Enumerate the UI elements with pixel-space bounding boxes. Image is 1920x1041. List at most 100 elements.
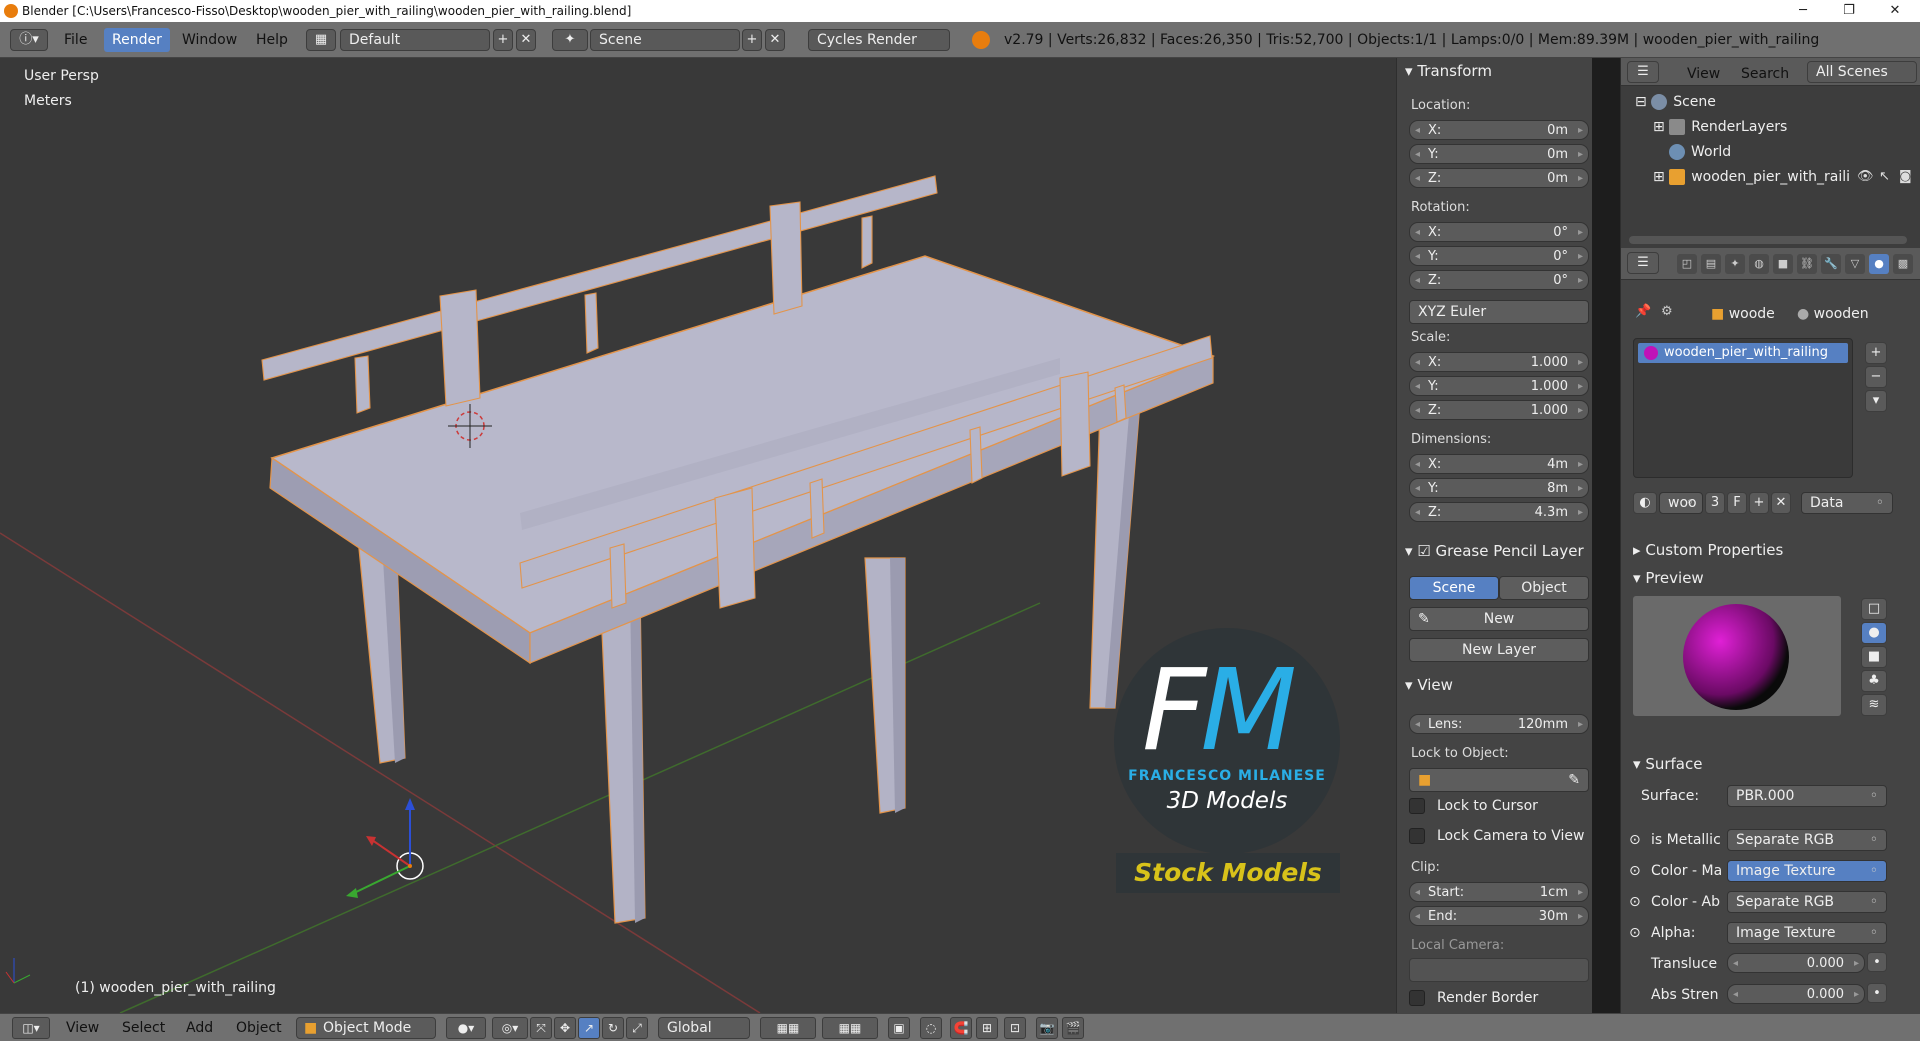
pin-icon[interactable]: 📌 bbox=[1635, 304, 1651, 319]
translate-mode-icon[interactable]: ↗ bbox=[578, 1017, 600, 1039]
proportional-edit-icon[interactable]: ◌ bbox=[920, 1017, 942, 1039]
layers-tab-icon[interactable]: ▤ bbox=[1701, 254, 1721, 274]
remove-slot-icon[interactable]: − bbox=[1865, 366, 1887, 388]
add-slot-icon[interactable]: + bbox=[1865, 342, 1887, 364]
material-users-count[interactable]: 3 bbox=[1705, 492, 1725, 514]
rotate-mode-icon[interactable]: ↻ bbox=[602, 1017, 624, 1039]
surface-shader-select[interactable]: PBR.000 bbox=[1727, 785, 1887, 807]
lock-to-cursor-checkbox[interactable] bbox=[1409, 798, 1425, 814]
render-engine-select[interactable]: Cycles Render bbox=[808, 29, 950, 51]
visibility-eye-icon[interactable]: 👁 bbox=[1857, 169, 1874, 184]
snap-target-icon[interactable]: ⊡ bbox=[1004, 1017, 1026, 1039]
location-z-field[interactable]: Z:0m bbox=[1409, 168, 1589, 188]
unlink-material-icon[interactable]: ✕ bbox=[1771, 492, 1791, 514]
input-expand-icon[interactable]: ⊙ bbox=[1629, 863, 1641, 879]
preview-cube-icon[interactable]: ■ bbox=[1861, 646, 1887, 668]
material-slot-item[interactable]: wooden_pier_with_railing bbox=[1638, 343, 1848, 363]
selectable-arrow-icon[interactable]: ↖ bbox=[1879, 169, 1890, 184]
layers-grid-1-icon[interactable]: ▦▦ bbox=[760, 1017, 816, 1039]
gp-new-button[interactable]: ✎ New bbox=[1409, 607, 1589, 631]
preview-panel[interactable]: ▾ Preview bbox=[1621, 566, 1920, 590]
lock-object-field[interactable]: ■ ✎ bbox=[1409, 768, 1589, 792]
menu-window[interactable]: Window bbox=[182, 28, 237, 52]
3d-viewport[interactable]: User Persp Meters (1) wooden_pier_with_r… bbox=[0, 58, 1396, 1013]
input-metallic-select[interactable]: Separate RGB bbox=[1727, 829, 1887, 851]
menu-render[interactable]: Render bbox=[104, 28, 170, 52]
add-layout-icon[interactable]: + bbox=[493, 29, 513, 51]
preview-monkey-icon[interactable]: ♣ bbox=[1861, 670, 1887, 692]
editor-type-3dview-icon[interactable]: ◫▾ bbox=[12, 1017, 50, 1039]
constraints-tab-icon[interactable]: ⛓ bbox=[1797, 254, 1817, 274]
menu-file[interactable]: File bbox=[64, 28, 87, 52]
material-name-field[interactable]: woo bbox=[1659, 492, 1703, 514]
layers-grid-2-icon[interactable]: ▦▦ bbox=[822, 1017, 878, 1039]
maximize-icon[interactable]: ❐ bbox=[1826, 0, 1872, 22]
snap-toggle-icon[interactable]: 🧲 bbox=[950, 1017, 972, 1039]
outliner-item-world[interactable]: World bbox=[1669, 141, 1731, 163]
lock-camera-checkbox[interactable] bbox=[1409, 828, 1425, 844]
menu-view[interactable]: View bbox=[66, 1018, 99, 1038]
input-color-ma-select[interactable]: Image Texture bbox=[1727, 860, 1887, 882]
slot-menu-icon[interactable]: ▾ bbox=[1865, 390, 1887, 412]
snap-element-icon[interactable]: ⊞ bbox=[976, 1017, 998, 1039]
dimension-z-field[interactable]: Z:4.3m bbox=[1409, 502, 1589, 522]
input-alpha-select[interactable]: Image Texture bbox=[1727, 922, 1887, 944]
clip-start-field[interactable]: Start:1cm bbox=[1409, 882, 1589, 902]
input-expand-icon[interactable]: ⊙ bbox=[1629, 925, 1641, 941]
location-x-field[interactable]: X:0m bbox=[1409, 120, 1589, 140]
transform-panel-title[interactable]: ▾ Transform bbox=[1405, 62, 1492, 80]
preview-sphere-icon[interactable]: ● bbox=[1861, 622, 1887, 644]
close-icon[interactable]: ✕ bbox=[1872, 0, 1918, 22]
texture-tab-icon[interactable]: ▩ bbox=[1893, 254, 1913, 274]
opengl-render-image-icon[interactable]: 📷 bbox=[1036, 1017, 1058, 1039]
layout-icon[interactable]: ▦ bbox=[306, 29, 336, 51]
interaction-mode-select[interactable]: ■ Object Mode bbox=[296, 1017, 436, 1039]
scene-icon[interactable]: ✦ bbox=[552, 29, 588, 51]
fake-user-toggle[interactable]: F bbox=[1727, 492, 1747, 514]
object-tab-icon[interactable]: ■ bbox=[1773, 254, 1793, 274]
translucency-field[interactable]: 0.000 bbox=[1727, 953, 1865, 973]
rotation-y-field[interactable]: Y:0° bbox=[1409, 246, 1589, 266]
preview-plane-icon[interactable]: □ bbox=[1861, 598, 1887, 620]
dimension-y-field[interactable]: Y:8m bbox=[1409, 478, 1589, 498]
menu-add[interactable]: Add bbox=[186, 1018, 213, 1038]
eyedropper-icon[interactable]: ✎ bbox=[1568, 769, 1580, 791]
renderable-camera-icon[interactable]: ◙ bbox=[1899, 169, 1912, 184]
custom-properties-panel[interactable]: ▸ Custom Properties bbox=[1621, 538, 1920, 562]
input-color-ab-select[interactable]: Separate RGB bbox=[1727, 891, 1887, 913]
abs-strength-field[interactable]: 0.000 bbox=[1727, 984, 1865, 1004]
scale-z-field[interactable]: Z:1.000 bbox=[1409, 400, 1589, 420]
manipulator-toggle-icon[interactable]: ⤧ bbox=[530, 1017, 552, 1039]
surface-panel[interactable]: ▾ Surface bbox=[1621, 752, 1920, 776]
opengl-render-animation-icon[interactable]: 🎬 bbox=[1062, 1017, 1084, 1039]
minimize-icon[interactable]: ─ bbox=[1780, 0, 1826, 22]
outliner-scrollbar[interactable] bbox=[1629, 236, 1907, 244]
view-panel-title[interactable]: ▾ View bbox=[1405, 676, 1453, 694]
outliner-editor-icon[interactable]: ☰ bbox=[1627, 61, 1659, 83]
render-tab-icon[interactable]: ◰ bbox=[1677, 254, 1697, 274]
world-tab-icon[interactable]: ◍ bbox=[1749, 254, 1769, 274]
gp-object-toggle[interactable]: Object bbox=[1499, 576, 1589, 600]
preview-hair-icon[interactable]: ≋ bbox=[1861, 694, 1887, 716]
layout-field[interactable]: Default bbox=[340, 29, 490, 51]
transform-orientation-select[interactable]: Global bbox=[658, 1017, 750, 1039]
lock-layers-icon[interactable]: ▣ bbox=[888, 1017, 910, 1039]
scale-mode-icon[interactable]: ⤢ bbox=[626, 1017, 648, 1039]
grease-pencil-panel-title[interactable]: ▾ ☑ Grease Pencil Layer bbox=[1405, 542, 1584, 560]
local-camera-field[interactable] bbox=[1409, 958, 1589, 982]
dimension-x-field[interactable]: X:4m bbox=[1409, 454, 1589, 474]
outliner-search-menu[interactable]: Search bbox=[1741, 62, 1789, 86]
add-scene-icon[interactable]: + bbox=[742, 29, 762, 51]
viewport-shading-icon[interactable]: ●▾ bbox=[446, 1017, 486, 1039]
translucency-link-icon[interactable]: • bbox=[1867, 952, 1887, 972]
outliner-item-scene[interactable]: ⊟ Scene bbox=[1635, 91, 1716, 113]
menu-help[interactable]: Help bbox=[256, 28, 288, 52]
input-expand-icon[interactable]: ⊙ bbox=[1629, 832, 1641, 848]
material-browse-icon[interactable]: ◐ bbox=[1633, 492, 1657, 514]
material-tab-icon[interactable]: ● bbox=[1869, 254, 1889, 274]
clip-end-field[interactable]: End:30m bbox=[1409, 906, 1589, 926]
translate-manipulator-icon[interactable]: ✥ bbox=[554, 1017, 576, 1039]
breadcrumb-material[interactable]: ● wooden bbox=[1797, 306, 1869, 322]
gp-scene-toggle[interactable]: Scene bbox=[1409, 576, 1499, 600]
outliner-item-renderlayers[interactable]: ⊞ RenderLayers bbox=[1653, 116, 1787, 138]
